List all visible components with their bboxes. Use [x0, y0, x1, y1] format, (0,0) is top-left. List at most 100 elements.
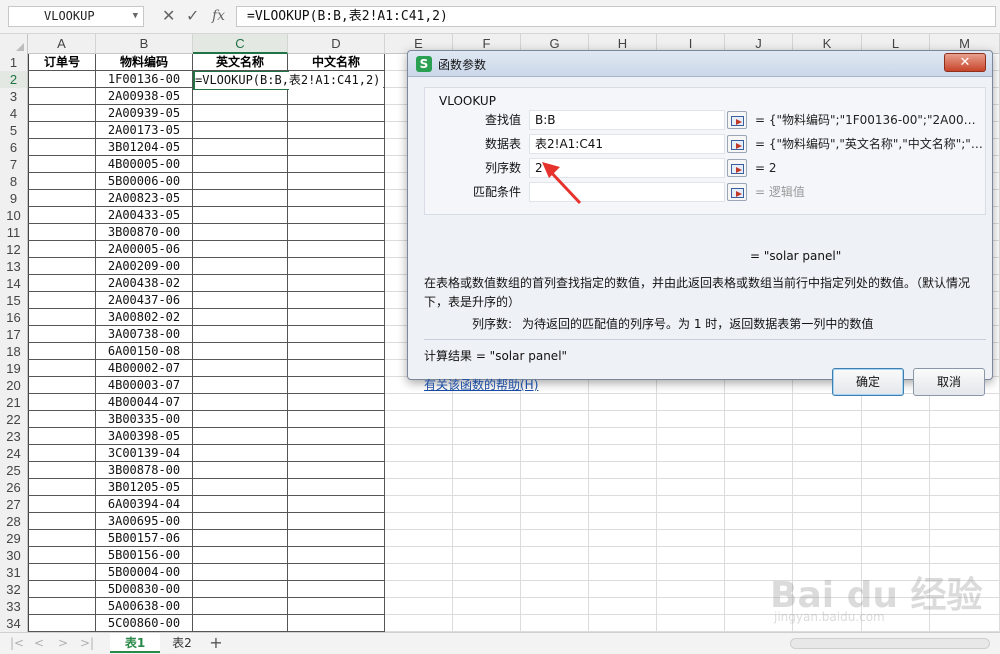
cell-d[interactable]: [288, 122, 385, 139]
cell-d[interactable]: [288, 105, 385, 122]
cell-h[interactable]: [589, 547, 657, 564]
cell-a[interactable]: [28, 258, 96, 275]
cell-d[interactable]: [288, 581, 385, 598]
row-header[interactable]: 21: [0, 394, 28, 411]
cell-b[interactable]: 2A00823-05: [96, 190, 193, 207]
cell-d[interactable]: [288, 496, 385, 513]
cell-c[interactable]: [193, 547, 288, 564]
cell-h[interactable]: [589, 394, 657, 411]
cell-k[interactable]: [793, 513, 862, 530]
cell-i[interactable]: [657, 479, 725, 496]
cell-f[interactable]: [453, 428, 521, 445]
cell-e[interactable]: [385, 411, 453, 428]
cell-j[interactable]: [725, 462, 793, 479]
cell-b[interactable]: 2A00438-02: [96, 275, 193, 292]
cell-a[interactable]: [28, 343, 96, 360]
cell-m[interactable]: [930, 428, 1000, 445]
formula-input[interactable]: =VLOOKUP(B:B,表2!A1:C41,2): [236, 6, 996, 27]
cell-d[interactable]: [288, 479, 385, 496]
cell-d[interactable]: [288, 360, 385, 377]
row-header[interactable]: 30: [0, 547, 28, 564]
cell-b[interactable]: 6A00150-08: [96, 343, 193, 360]
row-header[interactable]: 33: [0, 598, 28, 615]
cell-b[interactable]: 3B00878-00: [96, 462, 193, 479]
cell-j[interactable]: [725, 479, 793, 496]
cell-b[interactable]: 3A00398-05: [96, 428, 193, 445]
prev-sheet-icon[interactable]: <: [34, 636, 44, 650]
cell-j[interactable]: [725, 513, 793, 530]
cell-j[interactable]: [725, 394, 793, 411]
cell-f[interactable]: [453, 411, 521, 428]
cell-a[interactable]: [28, 530, 96, 547]
row-header[interactable]: 28: [0, 513, 28, 530]
cell-d[interactable]: [288, 88, 385, 105]
cell-k[interactable]: [793, 411, 862, 428]
column-header-b[interactable]: B: [96, 34, 193, 54]
cell-c[interactable]: [193, 564, 288, 581]
cell-d[interactable]: [288, 377, 385, 394]
cell-k[interactable]: [793, 530, 862, 547]
cell-b[interactable]: 5B00157-06: [96, 530, 193, 547]
cell-g[interactable]: [521, 411, 589, 428]
cell-e[interactable]: [385, 547, 453, 564]
range-picker-icon[interactable]: [727, 135, 747, 153]
cell-g[interactable]: [521, 581, 589, 598]
cell-b[interactable]: 3B01204-05: [96, 139, 193, 156]
row-header[interactable]: 13: [0, 258, 28, 275]
row-header[interactable]: 9: [0, 190, 28, 207]
cell-b[interactable]: 3A00738-00: [96, 326, 193, 343]
cell-g[interactable]: [521, 564, 589, 581]
cell-g[interactable]: [521, 615, 589, 632]
row-header[interactable]: 23: [0, 428, 28, 445]
column-header-c[interactable]: C: [193, 34, 288, 54]
row-header[interactable]: 4: [0, 105, 28, 122]
row-header[interactable]: 26: [0, 479, 28, 496]
cell-m[interactable]: [930, 394, 1000, 411]
cell-j[interactable]: [725, 428, 793, 445]
cell-b[interactable]: 6A00394-04: [96, 496, 193, 513]
cell-b[interactable]: 5B00006-00: [96, 173, 193, 190]
cell-c[interactable]: [193, 258, 288, 275]
row-header[interactable]: 24: [0, 445, 28, 462]
cell-i[interactable]: [657, 513, 725, 530]
cell-c[interactable]: 英文名称: [193, 54, 288, 71]
cell-d[interactable]: [288, 598, 385, 615]
cell-d[interactable]: [288, 190, 385, 207]
cell-c[interactable]: [193, 275, 288, 292]
cell-f[interactable]: [453, 513, 521, 530]
cell-c[interactable]: [193, 343, 288, 360]
row-header[interactable]: 7: [0, 156, 28, 173]
cell-c[interactable]: [193, 615, 288, 632]
cell-g[interactable]: [521, 513, 589, 530]
cell-a[interactable]: [28, 360, 96, 377]
range-picker-icon[interactable]: [727, 183, 747, 201]
cell-h[interactable]: [589, 496, 657, 513]
cell-e[interactable]: [385, 598, 453, 615]
cell-a[interactable]: [28, 428, 96, 445]
cell-b[interactable]: 2A00005-06: [96, 241, 193, 258]
cell-a[interactable]: [28, 462, 96, 479]
cell-a[interactable]: [28, 411, 96, 428]
cell-b[interactable]: 3B00335-00: [96, 411, 193, 428]
cell-l[interactable]: [862, 462, 930, 479]
cell-c[interactable]: [193, 173, 288, 190]
cell-f[interactable]: [453, 445, 521, 462]
cell-f[interactable]: [453, 479, 521, 496]
cell-d[interactable]: [288, 207, 385, 224]
sheet-tab-2[interactable]: 表2: [162, 633, 202, 653]
cell-i[interactable]: [657, 394, 725, 411]
cell-b[interactable]: 5A00638-00: [96, 598, 193, 615]
cell-d[interactable]: [288, 445, 385, 462]
cell-c[interactable]: [193, 292, 288, 309]
add-sheet-button[interactable]: +: [206, 633, 226, 653]
cell-i[interactable]: [657, 564, 725, 581]
cell-b[interactable]: 3A00802-02: [96, 309, 193, 326]
cell-g[interactable]: [521, 530, 589, 547]
row-header[interactable]: 25: [0, 462, 28, 479]
cell-e[interactable]: [385, 530, 453, 547]
cell-a[interactable]: [28, 564, 96, 581]
cell-e[interactable]: [385, 496, 453, 513]
cell-c[interactable]: [193, 377, 288, 394]
cell-h[interactable]: [589, 513, 657, 530]
cell-l[interactable]: [862, 530, 930, 547]
